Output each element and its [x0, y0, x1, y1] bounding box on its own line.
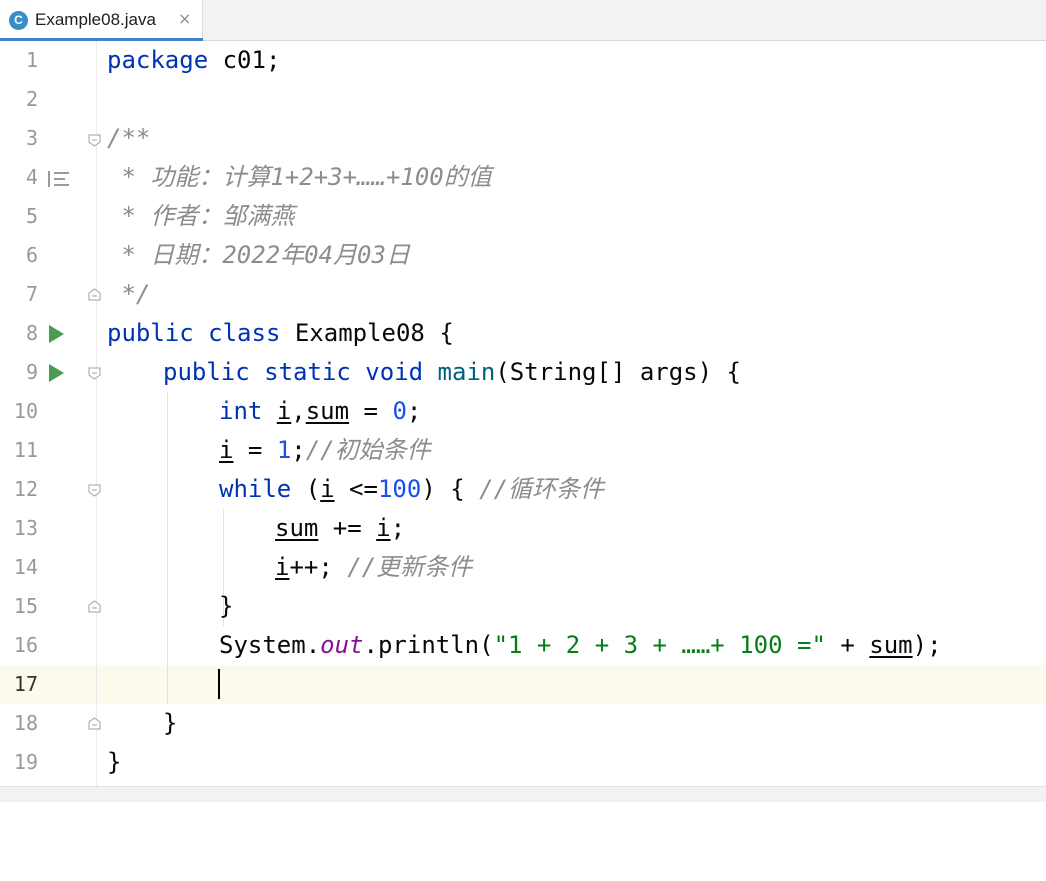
editor-tab-bar: C Example08.java ×	[0, 0, 1046, 41]
method-name: main	[437, 358, 496, 386]
code-text: ++;	[289, 553, 348, 581]
code-line-19: }	[107, 748, 122, 776]
close-icon[interactable]: ×	[178, 9, 191, 28]
code-area[interactable]: package c01; /** * 功能：计算1+2+3+……+100的值 *…	[107, 41, 942, 881]
code-line-11: i = 1;//初始条件	[219, 431, 431, 470]
code-text: ,	[291, 397, 306, 425]
code-text: );	[912, 631, 942, 659]
run-class-icon[interactable]	[49, 325, 64, 343]
keyword: public static void	[163, 358, 424, 386]
indent-guide	[167, 392, 168, 704]
variable-sum: sum	[869, 631, 913, 659]
fold-open-icon[interactable]	[88, 134, 101, 147]
variable-sum: sum	[275, 514, 319, 542]
code-line-13: sum += i;	[275, 509, 405, 548]
code-line-6: * 日期：2022年04月03日	[107, 241, 410, 269]
code-text: (	[291, 475, 321, 503]
keyword: package	[107, 46, 209, 74]
code-line-14: i++; //更新条件	[275, 548, 472, 587]
line-number: 7	[25, 282, 38, 306]
number-literal: 0	[392, 397, 407, 425]
java-class-icon-letter: C	[14, 13, 23, 27]
code-editor[interactable]: 1 2 3 4 5 6 7 8 9 10 11 12 13 14 15 16 1…	[0, 41, 1046, 786]
variable-i: i	[276, 397, 292, 425]
variable-i: i	[320, 475, 335, 503]
line-number: 18	[13, 711, 38, 735]
code-text: ) {	[421, 475, 480, 503]
line-number: 4	[25, 165, 38, 189]
line-number: 2	[25, 87, 38, 111]
code-text: +	[825, 631, 870, 659]
java-class-icon: C	[9, 11, 28, 30]
line-number: 13	[13, 516, 38, 540]
number-literal: 100	[377, 475, 422, 503]
fold-close-icon[interactable]	[88, 600, 101, 613]
code-line-16: System.out.println("1 + 2 + 3 + ……+ 100 …	[219, 626, 942, 665]
code-text: =	[233, 436, 277, 464]
tab-example08[interactable]: C Example08.java ×	[0, 0, 203, 41]
number-literal: 1	[276, 436, 292, 464]
code-line-15: }	[219, 592, 234, 620]
string-literal: "1 + 2 + 3 + ……+ 100 ="	[493, 631, 826, 659]
line-number: 3	[25, 126, 38, 150]
code-line-18: }	[163, 709, 178, 737]
fold-open-icon[interactable]	[88, 367, 101, 380]
line-number: 6	[25, 243, 38, 267]
comment: //更新条件	[347, 553, 473, 581]
line-number: 9	[25, 360, 38, 384]
code-text: ;	[406, 397, 422, 425]
text-caret	[218, 669, 220, 699]
line-number: 16	[13, 633, 38, 657]
code-text: Example08 {	[280, 319, 454, 347]
comment: //循环条件	[479, 475, 605, 503]
code-line-7: */	[107, 280, 151, 308]
line-number: 1	[25, 48, 38, 72]
code-text: .println(	[363, 631, 494, 659]
code-line-4: * 功能：计算1+2+3+……+100的值	[107, 163, 492, 191]
code-line-5: * 作者：邹满燕	[107, 202, 295, 230]
line-number-current: 17	[13, 672, 38, 696]
code-line-3: /**	[107, 124, 151, 152]
line-number: 11	[13, 438, 38, 462]
code-text: ;	[291, 436, 306, 464]
variable-i: i	[219, 436, 234, 464]
code-line-9: public static void main(String[] args) {	[163, 353, 741, 392]
line-number: 14	[13, 555, 38, 579]
keyword: public class	[107, 319, 281, 347]
keyword: while	[219, 475, 292, 503]
line-number: 12	[13, 477, 38, 501]
variable-i: i	[275, 553, 290, 581]
code-text: +=	[318, 514, 377, 542]
code-text: (String[] args) {	[495, 358, 741, 386]
code-line-10: int i,sum = 0;	[219, 392, 421, 431]
render-doc-icon[interactable]	[47, 169, 71, 189]
code-text: =	[349, 397, 393, 425]
static-field: out	[320, 631, 364, 659]
code-text: ;	[390, 514, 406, 542]
line-number: 10	[13, 399, 38, 423]
fold-close-icon[interactable]	[88, 717, 101, 730]
fold-open-icon[interactable]	[88, 484, 101, 497]
fold-close-icon[interactable]	[88, 288, 101, 301]
code-line-1: package c01;	[107, 41, 280, 80]
comment: //初始条件	[305, 436, 431, 464]
line-number: 19	[13, 750, 38, 774]
code-text: <=	[334, 475, 378, 503]
keyword: int	[219, 397, 263, 425]
variable-sum: sum	[305, 397, 350, 425]
run-main-icon[interactable]	[49, 364, 64, 382]
bottom-scroll-area[interactable]	[0, 786, 1046, 802]
line-number: 15	[13, 594, 38, 618]
line-number: 8	[25, 321, 38, 345]
variable-i: i	[376, 514, 391, 542]
code-text: c01;	[208, 46, 281, 74]
gutter: 1 2 3 4 5 6 7 8 9 10 11 12 13 14 15 16 1…	[0, 41, 97, 786]
code-line-12: while (i <=100) { //循环条件	[219, 470, 604, 509]
tab-title: Example08.java	[35, 10, 156, 29]
code-line-8: public class Example08 {	[107, 314, 454, 353]
line-number: 5	[25, 204, 38, 228]
code-text: System.	[219, 631, 321, 659]
